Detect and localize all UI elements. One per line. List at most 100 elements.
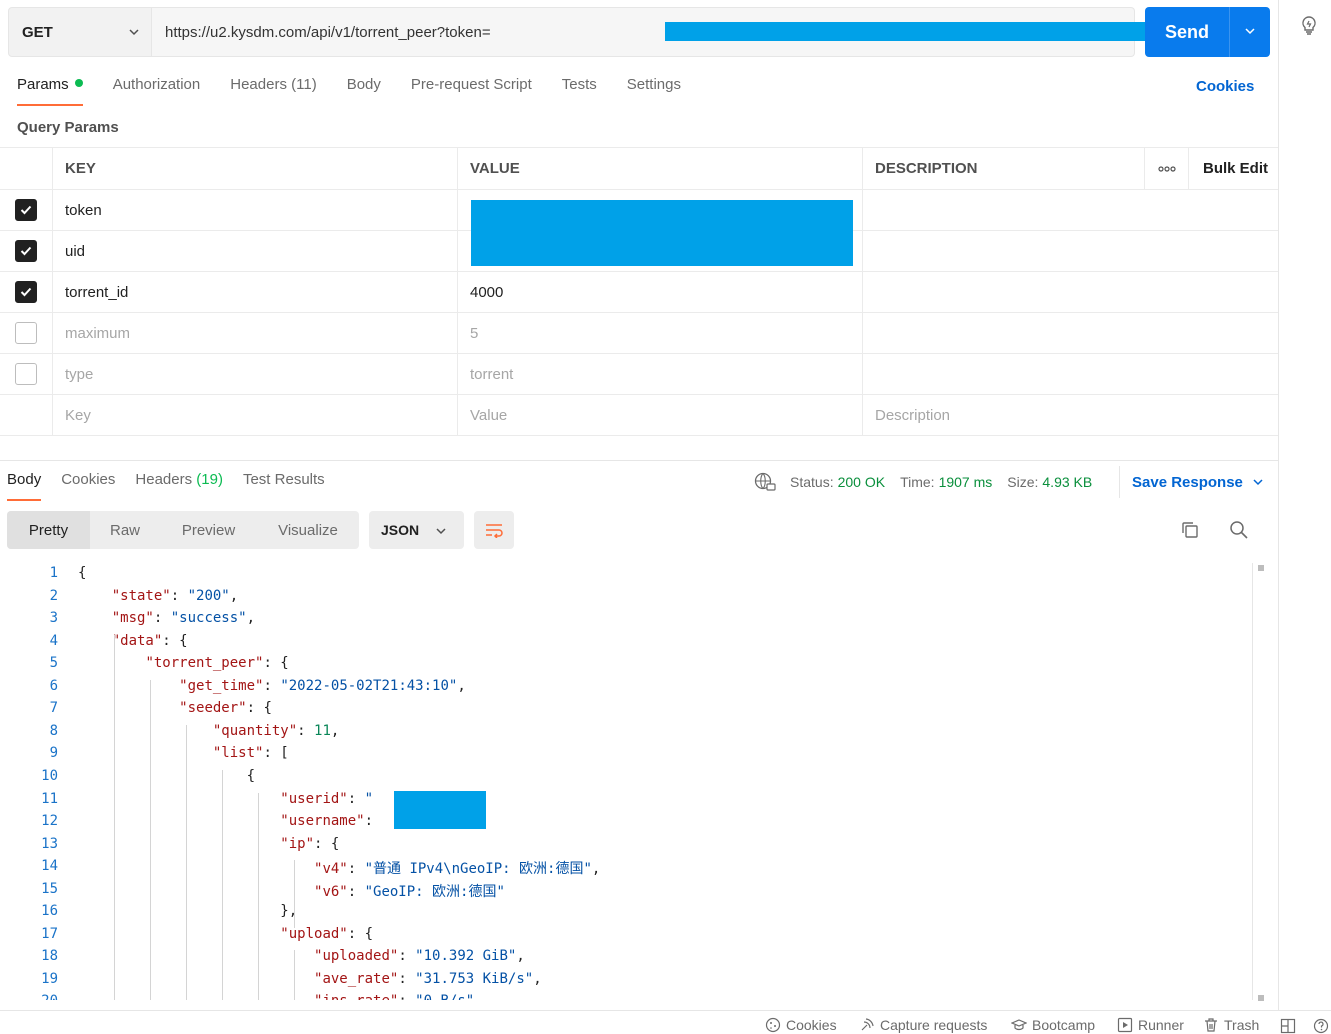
param-key[interactable]: maximum <box>53 313 458 353</box>
tab-authorization[interactable]: Authorization <box>113 76 201 106</box>
graduation-cap-icon <box>1011 1019 1027 1031</box>
tab-response-cookies[interactable]: Cookies <box>61 471 115 501</box>
code-line: "msg": "success", <box>111 610 256 627</box>
globe-lock-icon[interactable] <box>754 472 776 492</box>
tab-settings[interactable]: Settings <box>627 76 681 106</box>
line-number: 6 <box>49 677 58 694</box>
param-description[interactable] <box>863 354 1278 394</box>
view-raw[interactable]: Raw <box>90 511 160 549</box>
code-line: "v4": "普通 IPv4\nGeoIP: 欧洲:德国", <box>314 861 601 878</box>
view-visualize[interactable]: Visualize <box>257 511 359 549</box>
line-number: 19 <box>41 970 58 987</box>
tab-response-body[interactable]: Body <box>7 471 42 501</box>
param-description[interactable] <box>863 272 1278 312</box>
line-number: 14 <box>41 858 58 875</box>
line-number: 11 <box>41 790 58 807</box>
url-input[interactable]: https://u2.kysdm.com/api/v1/torrent_peer… <box>152 7 1259 57</box>
chevron-down-icon <box>1253 479 1263 486</box>
footer-trash[interactable]: Trash <box>1203 1017 1259 1033</box>
line-number: 15 <box>41 880 58 897</box>
code-line: { <box>78 565 87 581</box>
help-icon[interactable] <box>1313 1018 1329 1034</box>
bulk-edit-button[interactable]: Bulk Edit <box>1189 148 1278 189</box>
request-bar: GET https://u2.kysdm.com/api/v1/torrent_… <box>8 7 1270 57</box>
tab-prerequest-script[interactable]: Pre-request Script <box>411 76 532 106</box>
line-number: 1 <box>49 565 58 581</box>
code-line: "torrent_peer": { <box>145 655 289 672</box>
redacted-values <box>471 200 853 266</box>
line-number: 9 <box>49 745 58 762</box>
copy-icon[interactable] <box>1180 520 1200 540</box>
search-icon[interactable] <box>1229 520 1249 540</box>
play-box-icon <box>1117 1017 1133 1033</box>
line-number: 2 <box>49 587 58 604</box>
checkbox-checked[interactable] <box>15 281 37 303</box>
new-description-input[interactable]: Description <box>863 395 1278 435</box>
cookies-link[interactable]: Cookies <box>1196 78 1254 95</box>
redacted-user <box>394 791 486 829</box>
param-key[interactable]: torrent_id <box>53 272 458 312</box>
code-line: { <box>78 767 256 784</box>
checkbox-unchecked[interactable] <box>15 322 37 344</box>
param-description[interactable] <box>863 313 1278 353</box>
line-number: 7 <box>49 700 58 717</box>
response-tabs: Body Cookies Headers (19) Test Results <box>7 471 345 501</box>
view-mode-toggle: Pretty Raw Preview Visualize <box>7 511 359 549</box>
view-pretty[interactable]: Pretty <box>7 511 90 549</box>
layout-icon[interactable] <box>1280 1018 1296 1034</box>
tab-response-headers[interactable]: Headers (19) <box>135 471 223 501</box>
view-preview[interactable]: Preview <box>160 511 257 549</box>
code-line: "uploaded": "10.392 GiB", <box>314 948 525 965</box>
column-value: VALUE <box>458 148 863 189</box>
save-response-button[interactable]: Save Response <box>1119 466 1279 498</box>
footer-cookies[interactable]: Cookies <box>765 1017 837 1033</box>
tab-tests[interactable]: Tests <box>562 76 597 106</box>
line-number: 5 <box>49 655 58 672</box>
footer-bootcamp[interactable]: Bootcamp <box>1011 1017 1095 1033</box>
param-key[interactable]: type <box>53 354 458 394</box>
param-key[interactable]: uid <box>53 231 458 271</box>
method-select[interactable]: GET <box>8 7 152 57</box>
line-number: 17 <box>41 925 58 942</box>
table-row-new: Key Value Description <box>0 395 1278 436</box>
param-key[interactable]: token <box>53 190 458 230</box>
time-value: 1907 ms <box>938 474 993 490</box>
param-value[interactable]: 5 <box>458 313 863 353</box>
tab-params[interactable]: Params <box>17 76 83 106</box>
checkbox-checked[interactable] <box>15 240 37 262</box>
code-line: "get_time": "2022-05-02T21:43:10", <box>179 677 466 694</box>
checkbox-checked[interactable] <box>15 199 37 221</box>
trash-icon <box>1205 1018 1217 1032</box>
param-description[interactable] <box>863 231 1278 271</box>
code-line: "userid": " <box>280 790 374 807</box>
new-value-input[interactable]: Value <box>458 395 863 435</box>
new-key-input[interactable]: Key <box>53 395 458 435</box>
tab-headers[interactable]: Headers (11) <box>230 76 316 106</box>
lightbulb-icon[interactable] <box>1298 14 1320 36</box>
wrap-lines-icon[interactable] <box>474 511 514 549</box>
tab-test-results[interactable]: Test Results <box>243 471 325 501</box>
tab-body[interactable]: Body <box>347 76 381 106</box>
url-text: https://u2.kysdm.com/api/v1/torrent_peer… <box>165 23 491 41</box>
chevron-down-icon <box>129 29 139 36</box>
status-value: 200 OK <box>837 474 886 490</box>
chevron-down-icon[interactable] <box>1243 24 1257 38</box>
send-button[interactable]: Send <box>1145 7 1270 57</box>
response-body-editor[interactable]: 1{2 "state": "200", 3 "msg": "success", 4 … <box>0 563 1250 1000</box>
code-line: "username": <box>280 813 374 830</box>
code-line: "data": { <box>111 632 188 649</box>
checkbox-unchecked[interactable] <box>15 363 37 385</box>
format-select[interactable]: JSON <box>369 511 464 549</box>
request-tabs: Params Authorization Headers (11) Body P… <box>17 76 711 106</box>
param-value[interactable]: 4000 <box>458 272 863 312</box>
line-number: 12 <box>41 813 58 830</box>
scrollbar[interactable] <box>1252 563 1253 1000</box>
param-description[interactable] <box>863 190 1278 230</box>
send-label: Send <box>1164 21 1209 42</box>
more-options-icon[interactable] <box>1145 148 1189 189</box>
line-number: 20 <box>0 993 58 1000</box>
code-line: "quantity": 11, <box>212 722 340 739</box>
param-value[interactable]: torrent <box>458 354 863 394</box>
footer-runner[interactable]: Runner <box>1117 1017 1184 1033</box>
footer-capture-requests[interactable]: Capture requests <box>859 1017 987 1033</box>
